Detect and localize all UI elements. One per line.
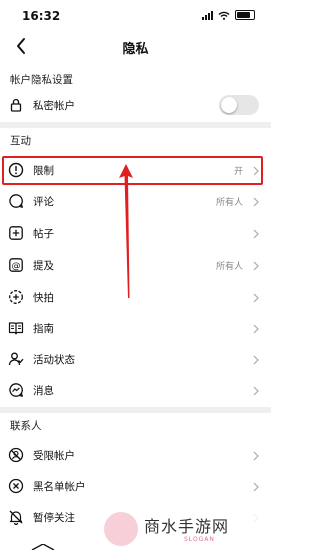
watermark-text: 商水手游网 bbox=[144, 517, 230, 536]
chevron-right-icon bbox=[253, 229, 259, 239]
chevron-right-icon bbox=[253, 261, 259, 271]
row-label: 暂停关注 bbox=[33, 512, 75, 524]
messenger-icon bbox=[9, 383, 23, 397]
status-bar: 16:32 bbox=[0, 0, 271, 30]
row-guides[interactable]: 指南 bbox=[0, 313, 271, 344]
row-label: 活动状态 bbox=[33, 354, 75, 366]
status-icons bbox=[202, 10, 255, 20]
row-label: 快拍 bbox=[33, 292, 54, 304]
activity-status-icon bbox=[8, 352, 24, 366]
svg-text:@: @ bbox=[12, 261, 21, 271]
private-account-toggle[interactable] bbox=[219, 95, 259, 115]
signal-icon bbox=[202, 10, 213, 20]
wifi-icon bbox=[218, 11, 230, 20]
mention-icon: @ bbox=[9, 258, 23, 272]
watermark-logo-icon bbox=[104, 512, 138, 546]
row-label: 帖子 bbox=[33, 228, 54, 240]
watermark-subtext: SLOGAN bbox=[184, 536, 215, 543]
home-tab-icon[interactable] bbox=[28, 544, 58, 550]
row-label: 消息 bbox=[33, 385, 54, 397]
row-label: 指南 bbox=[33, 323, 54, 335]
row-restricted-accounts[interactable]: 受限帐户 bbox=[0, 440, 271, 471]
section-divider bbox=[0, 122, 271, 128]
row-story[interactable]: 快拍 bbox=[0, 282, 271, 313]
watermark: 商水手游网 SLOGAN bbox=[98, 510, 271, 550]
battery-icon bbox=[235, 10, 255, 20]
chevron-right-icon bbox=[253, 197, 259, 207]
chevron-right-icon bbox=[253, 324, 259, 334]
section-header-account: 帐户隐私设置 bbox=[10, 74, 73, 86]
blocked-account-icon bbox=[8, 478, 24, 494]
mute-bell-icon bbox=[9, 510, 23, 525]
restricted-account-icon bbox=[8, 447, 24, 463]
row-label: 提及 bbox=[33, 260, 54, 272]
guide-icon bbox=[8, 322, 24, 335]
post-icon bbox=[9, 226, 23, 240]
row-label: 评论 bbox=[33, 196, 54, 208]
toggle-knob bbox=[221, 97, 237, 113]
nav-bar: 隐私 bbox=[0, 30, 271, 64]
row-posts[interactable]: 帖子 bbox=[0, 218, 271, 249]
row-activity-status[interactable]: 活动状态 bbox=[0, 344, 271, 375]
chevron-right-icon bbox=[253, 293, 259, 303]
section-header-contacts: 联系人 bbox=[10, 420, 42, 432]
row-comments[interactable]: 评论 所有人 bbox=[0, 186, 271, 217]
chevron-right-icon bbox=[253, 451, 259, 461]
status-time: 16:32 bbox=[22, 9, 61, 23]
private-account-label: 私密帐户 bbox=[33, 100, 75, 112]
row-label: 受限帐户 bbox=[33, 450, 75, 462]
row-value: 所有人 bbox=[215, 198, 243, 208]
row-messages[interactable]: 消息 bbox=[0, 375, 271, 406]
section-divider bbox=[0, 407, 271, 413]
chevron-right-icon bbox=[253, 482, 259, 492]
chevron-right-icon bbox=[253, 386, 259, 396]
row-mentions[interactable]: @ 提及 所有人 bbox=[0, 250, 271, 281]
story-icon bbox=[9, 290, 23, 304]
row-label: 黑名单帐户 bbox=[33, 481, 86, 493]
section-header-interaction: 互动 bbox=[10, 135, 31, 147]
row-value: 所有人 bbox=[215, 262, 243, 272]
private-account-row[interactable]: 私密帐户 bbox=[0, 90, 271, 121]
row-blocked-accounts[interactable]: 黑名单帐户 bbox=[0, 471, 271, 502]
comment-icon bbox=[9, 194, 23, 208]
chevron-right-icon bbox=[253, 355, 259, 365]
lock-icon bbox=[10, 98, 22, 112]
page-title: 隐私 bbox=[122, 42, 149, 57]
